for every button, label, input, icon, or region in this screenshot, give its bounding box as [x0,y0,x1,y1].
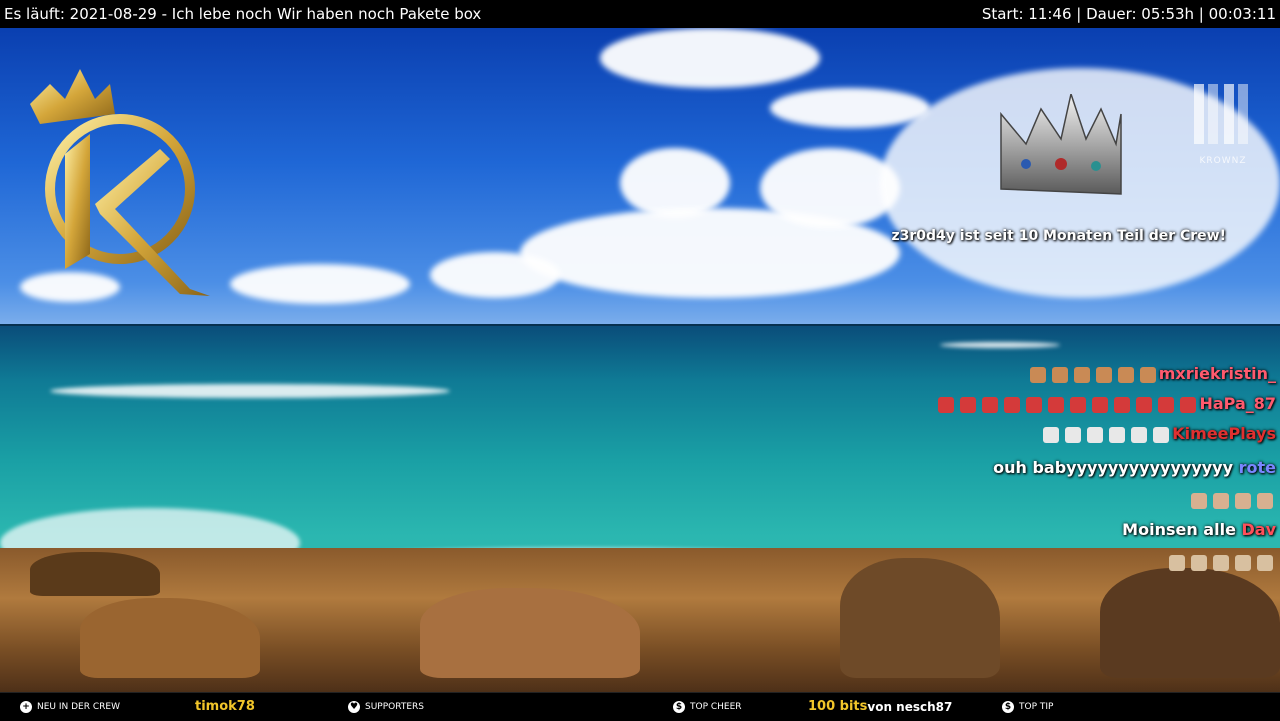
supporters-label: SUPPORTERS [365,702,424,712]
krownz-watermark: KROWNZ [1190,80,1256,166]
stream-info-bar: Es läuft: 2021-08-29 - Ich lebe noch Wir… [0,0,1280,28]
chat-username: mxriekristin_ [1158,364,1276,383]
chat-username: rote [1238,458,1276,477]
top-cheer-section: $ TOP CHEER [673,693,742,721]
chat-emote-icon [1114,396,1131,413]
chat-emote-icon [1136,396,1153,413]
new-crew-label: NEU IN DER CREW [37,702,120,712]
wave [50,384,450,398]
chat-emote-icon [1139,366,1156,383]
chat-emote-icon [938,396,955,413]
chat-emote-icon [1169,554,1185,571]
chat-emote-icon [1158,396,1175,413]
cloud [230,264,410,304]
chat-emote-icon [1180,396,1197,413]
video-stream[interactable]: KROWNZ z3r0d4y ist seit 10 Monaten Teil … [0,28,1280,692]
chat-emote-icon [1073,366,1090,383]
chat-emote-icon [1048,396,1065,413]
chat-emote-icon [1213,554,1229,571]
supporter-bar: + NEU IN DER CREW timok78 ♥ SUPPORTERS $… [0,692,1280,721]
chat-emote-icon [960,396,977,413]
chat-emote-icon [1191,492,1207,509]
now-playing-text: Es läuft: 2021-08-29 - Ich lebe noch Wir… [4,5,482,23]
rock [30,552,160,596]
crew-alert: z3r0d4y ist seit 10 Monaten Teil der Cre… [892,228,1227,244]
chat-emote-icon [1026,396,1043,413]
chat-emote-icon [1004,396,1021,413]
krownz-label: KROWNZ [1199,156,1247,166]
chat-emote-icon [1257,492,1273,509]
cloud [600,28,820,88]
chat-emote-icon [1095,366,1112,383]
top-tip-label: TOP TIP [1019,702,1054,712]
chat-username: KimeePlays [1172,424,1276,443]
chat-emote-icon [1191,554,1207,571]
chat-emote-icon [1087,426,1104,443]
krownz-logo-icon [1194,84,1248,144]
chat-emote-icon [1257,554,1273,571]
chat-emote-icon [1051,366,1068,383]
supporters-section: ♥ SUPPORTERS [348,693,424,721]
cloud [430,252,560,298]
chat-message [1188,490,1276,509]
new-crew-section: + NEU IN DER CREW [20,693,120,721]
chat-emote-icon [1109,426,1126,443]
plus-icon: + [20,701,32,713]
heart-icon: ♥ [348,701,360,713]
top-cheer-value: 100 bits von nesch87 [808,699,953,714]
chat-emote-icon [1213,492,1229,509]
alert-user: z3r0d4y [891,228,955,244]
chat-message [1166,552,1276,571]
chat-message: KimeePlays [1040,424,1276,443]
rock [840,558,1000,678]
chat-emote-icon [1070,396,1087,413]
chat-emote-icon [1029,366,1046,383]
top-tip-section: $ TOP TIP [1002,693,1053,721]
chat-emote-icon [1117,366,1134,383]
rock [80,598,260,678]
dollar-icon: $ [673,701,685,713]
chat-emote-icon [1235,554,1251,571]
chat-message: mxriekristin_ [1027,364,1276,383]
chat-emote-icon [1131,426,1148,443]
new-crew-value: timok78 [195,699,255,714]
dollar-icon: $ [1002,701,1014,713]
channel-logo-k [30,69,210,296]
alert-text-2: Monaten Teil der Crew! [1038,228,1226,244]
chat-message: HaPa_87 [935,394,1276,413]
chat-text: Moinsen alle [1122,520,1242,539]
chat-emote-icon [1043,426,1060,443]
chat-emote-icon [1092,396,1109,413]
chat-message: Moinsen alle Dav [1122,520,1276,539]
alert-text-1: ist seit [954,228,1019,244]
rock [1100,568,1280,678]
stream-timer-text: Start: 11:46 | Dauer: 05:53h | 00:03:11 [981,5,1276,23]
chat-emote-icon [1065,426,1082,443]
chat-emote-icon [982,396,999,413]
chat-message: ouh babyyyyyyyyyyyyyyyy rote [993,458,1276,477]
cloud [770,88,930,128]
chat-username: HaPa_87 [1199,394,1276,413]
cloud [760,148,900,228]
rock [420,588,640,678]
chat-text: ouh babyyyyyyyyyyyyyyyy [993,458,1239,477]
chat-username: Dav [1241,520,1276,539]
wave [940,342,1060,348]
alert-number: 10 [1018,228,1039,244]
chat-emote-icon [1235,492,1251,509]
top-cheer-label: TOP CHEER [690,702,742,712]
crown-icon [1000,94,1122,195]
chat-emote-icon [1153,426,1170,443]
